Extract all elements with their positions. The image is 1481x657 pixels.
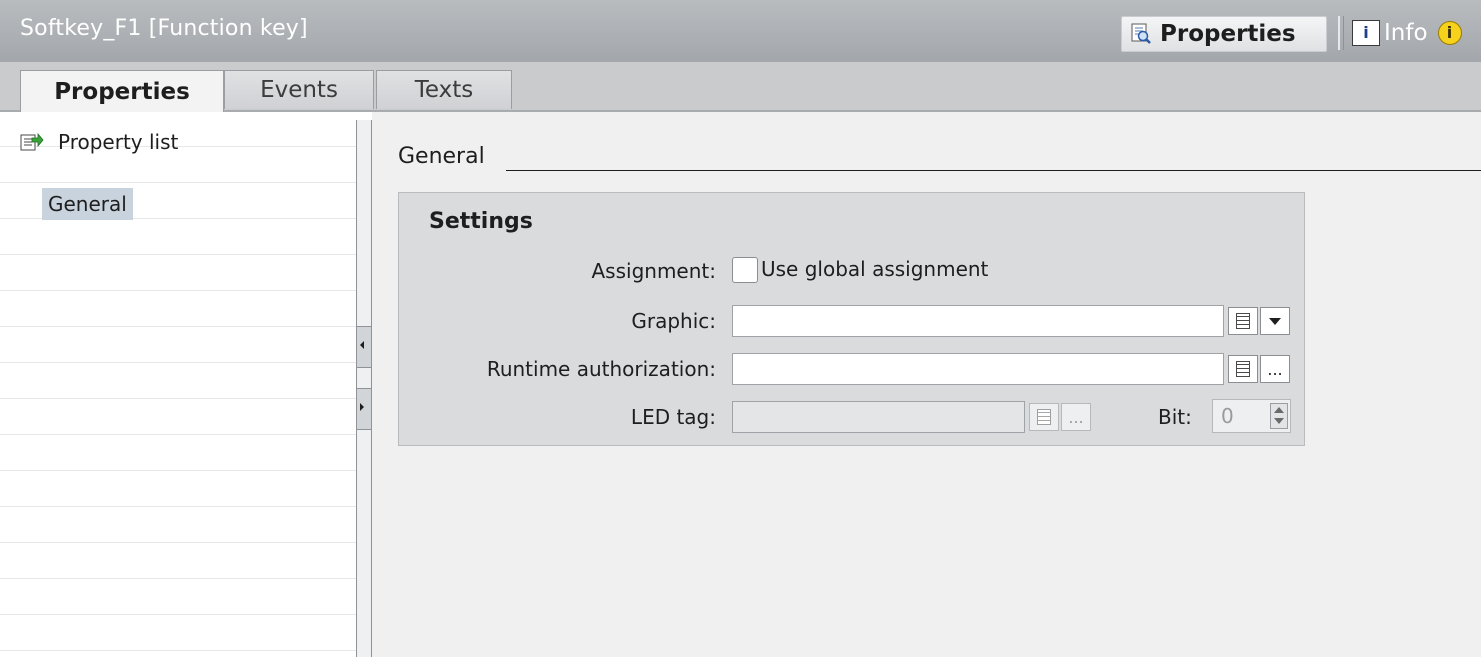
inspector-titlebar: Softkey_F1 [Function key] Properties i I… bbox=[0, 0, 1481, 63]
graphic-field[interactable] bbox=[732, 305, 1224, 337]
properties-content: General Settings Assignment: Use global … bbox=[372, 112, 1481, 657]
tab-events[interactable]: Events bbox=[224, 70, 374, 109]
tab-texts[interactable]: Texts bbox=[376, 70, 512, 109]
list-icon bbox=[1236, 313, 1250, 329]
graphic-dropdown-button[interactable] bbox=[1260, 307, 1290, 335]
info-tab-icon: i bbox=[1352, 20, 1380, 46]
property-navigation: Property list General bbox=[0, 112, 356, 657]
runtime-authorization-field[interactable] bbox=[732, 353, 1224, 385]
bit-label: Bit: bbox=[1158, 405, 1192, 429]
led-tag-list-button bbox=[1029, 403, 1059, 431]
led-tag-browse-button: ... bbox=[1061, 403, 1091, 431]
use-global-assignment-checkbox[interactable] bbox=[732, 257, 758, 283]
settings-group: Settings Assignment: Use global assignme… bbox=[398, 192, 1305, 446]
tab-strip: Properties Events Texts bbox=[0, 62, 1481, 112]
section-divider bbox=[506, 170, 1481, 171]
properties-button[interactable]: Properties bbox=[1121, 16, 1327, 52]
nav-item-general[interactable]: General bbox=[42, 188, 133, 220]
runtime-authorization-label: Runtime authorization: bbox=[486, 357, 716, 381]
list-icon bbox=[1236, 361, 1250, 377]
property-list-label: Property list bbox=[58, 130, 179, 154]
assignment-label: Assignment: bbox=[591, 259, 717, 283]
collapse-left-button[interactable] bbox=[357, 326, 371, 368]
property-list-link[interactable]: Property list bbox=[20, 130, 178, 154]
arrow-left-icon bbox=[360, 341, 364, 349]
list-icon bbox=[1037, 409, 1051, 425]
led-tag-field bbox=[732, 401, 1025, 433]
bit-spinner: 0 bbox=[1212, 399, 1291, 433]
spin-down-icon bbox=[1274, 418, 1284, 424]
spin-up-icon bbox=[1274, 407, 1284, 413]
properties-button-label: Properties bbox=[1160, 21, 1296, 47]
info-button[interactable]: i Info i bbox=[1338, 16, 1481, 50]
use-global-assignment-label[interactable]: Use global assignment bbox=[761, 257, 988, 281]
arrow-right-icon bbox=[360, 403, 364, 411]
properties-icon bbox=[1130, 23, 1152, 45]
led-tag-label: LED tag: bbox=[630, 405, 716, 429]
window-title: Softkey_F1 [Function key] bbox=[20, 16, 308, 41]
runtime-authorization-list-button[interactable] bbox=[1228, 355, 1258, 383]
tab-properties[interactable]: Properties bbox=[20, 70, 224, 112]
bit-value: 0 bbox=[1221, 404, 1234, 428]
runtime-authorization-browse-button[interactable]: ... bbox=[1260, 355, 1290, 383]
bit-spinner-arrows bbox=[1270, 403, 1288, 429]
info-badge-icon: i bbox=[1437, 21, 1462, 45]
expand-right-button[interactable] bbox=[357, 388, 371, 430]
info-button-label: Info bbox=[1384, 20, 1428, 46]
dropdown-arrow-icon bbox=[1269, 317, 1281, 325]
property-list-icon bbox=[20, 132, 44, 152]
graphic-label: Graphic: bbox=[631, 309, 716, 333]
panel-splitter[interactable] bbox=[356, 120, 372, 657]
section-title: General bbox=[398, 144, 485, 169]
graphic-list-button[interactable] bbox=[1228, 307, 1258, 335]
settings-title: Settings bbox=[429, 209, 533, 234]
